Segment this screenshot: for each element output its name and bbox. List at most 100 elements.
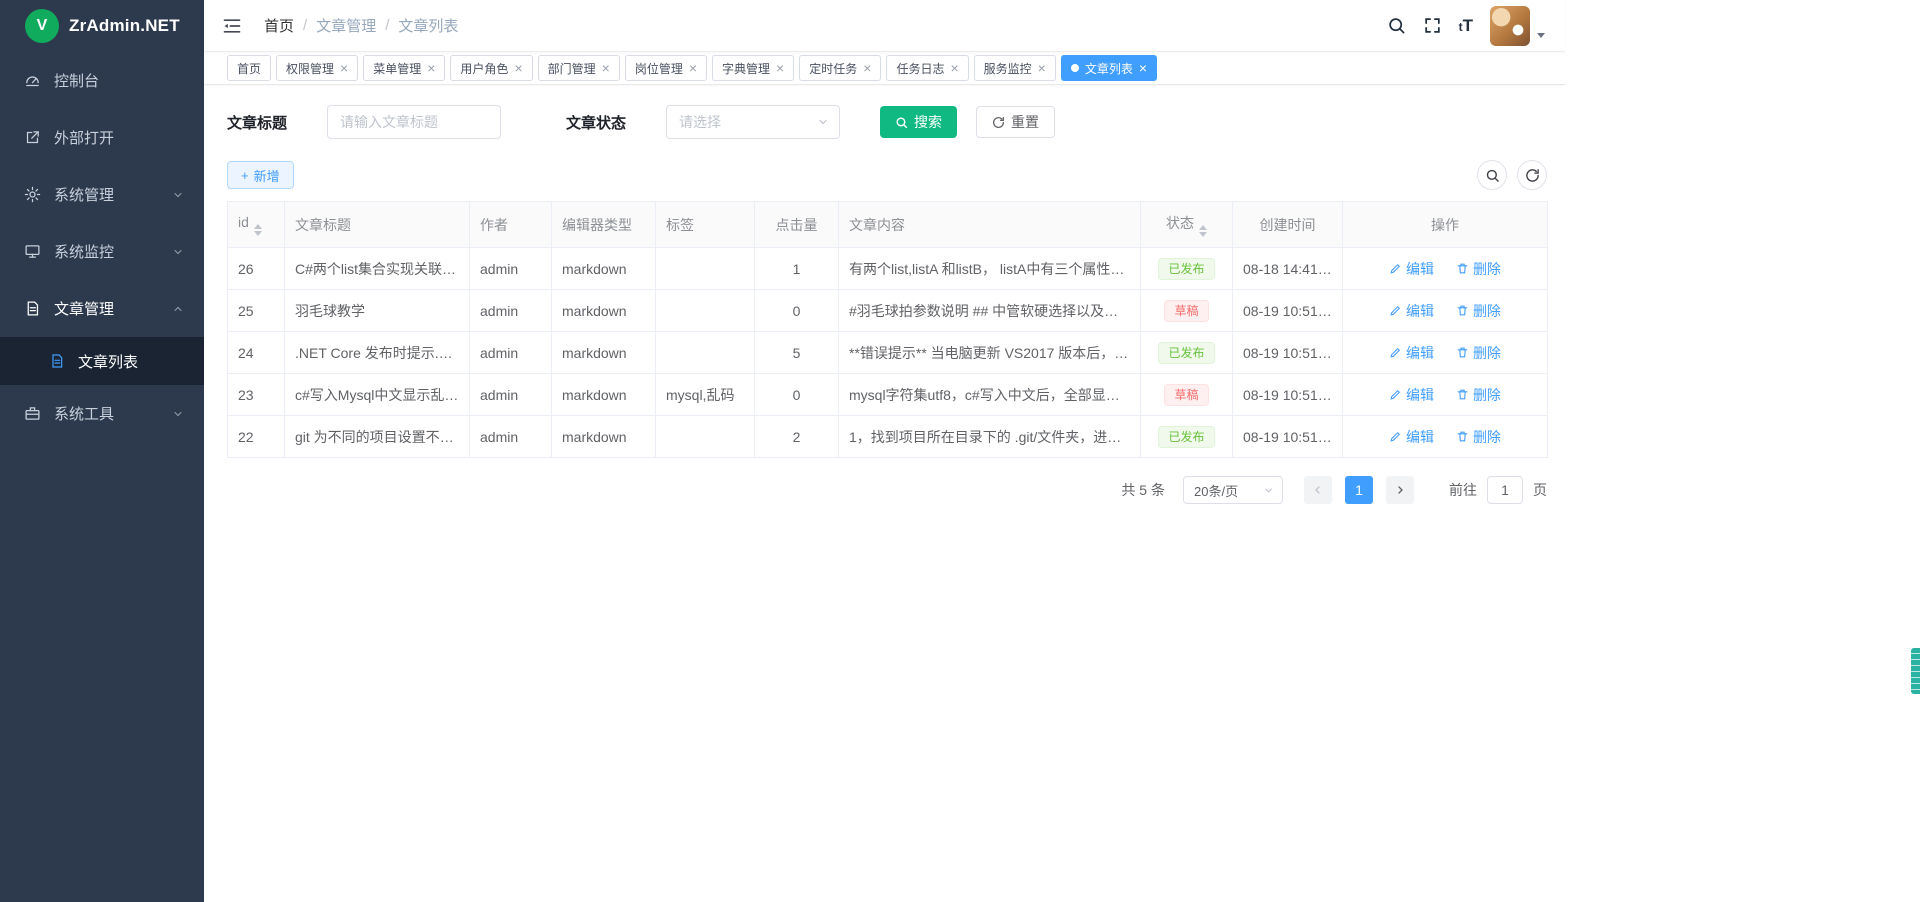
delete-button[interactable]: 删除 [1456,427,1501,447]
sort-icon[interactable] [254,224,262,236]
add-button[interactable]: + 新增 [227,161,294,189]
edit-button[interactable]: 编辑 [1389,427,1434,447]
fullscreen-icon[interactable] [1423,16,1442,35]
reset-button[interactable]: 重置 [976,106,1055,138]
tab-dictionary[interactable]: 字典管理× [712,55,794,81]
column-header-created: 创建时间 [1233,202,1343,248]
close-icon[interactable]: × [1139,61,1147,75]
page-unit-label: 页 [1533,480,1547,500]
cell-id: 26 [228,248,285,290]
cell-author: admin [470,290,552,332]
search-icon [1485,168,1500,183]
cell-author: admin [470,416,552,458]
close-icon[interactable]: × [514,61,522,75]
cell-title: C#两个list集合实现关联，... [285,248,470,290]
close-icon[interactable]: × [427,61,435,75]
column-header-actions: 操作 [1343,202,1548,248]
chevron-down-icon [172,189,184,201]
tab-service-monitor[interactable]: 服务监控× [974,55,1056,81]
sidebar-item-external-open[interactable]: 外部打开 [0,109,204,166]
edit-button[interactable]: 编辑 [1389,343,1434,363]
status-badge: 已发布 [1158,258,1214,280]
avatar[interactable] [1490,6,1530,46]
delete-button[interactable]: 删除 [1456,385,1501,405]
toolbox-icon [24,405,41,422]
app-title: ZrAdmin.NET [69,16,180,36]
cell-status: 已发布 [1141,416,1233,458]
cell-created: 08-19 10:51:27 [1233,332,1343,374]
column-header-id[interactable]: id [228,202,285,248]
tab-permission[interactable]: 权限管理× [276,55,358,81]
sidebar-item-article-list[interactable]: 文章列表 [0,337,204,385]
table-row: 26 C#两个list集合实现关联，... admin markdown 1 有… [228,248,1548,290]
sidebar-item-dashboard[interactable]: 控制台 [0,52,204,109]
cell-title: c#写入Mysql中文显示乱码 ... [285,374,470,416]
column-header-title: 文章标题 [285,202,470,248]
table-row: 24 .NET Core 发布时提示.NET... admin markdown… [228,332,1548,374]
search-icon [895,116,908,129]
prev-page-button[interactable] [1304,476,1332,504]
tab-menu[interactable]: 菜单管理× [363,55,445,81]
scroll-widget[interactable] [1911,648,1920,694]
cell-id: 24 [228,332,285,374]
close-icon[interactable]: × [776,61,784,75]
tab-post[interactable]: 岗位管理× [625,55,707,81]
cell-content: 有两个list,listA 和listB， listA中有三个属性列为St... [839,248,1141,290]
goto-page-input[interactable] [1487,476,1523,504]
sidebar-item-article-management[interactable]: 文章管理 [0,280,204,337]
tab-user-role[interactable]: 用户角色× [450,55,532,81]
tab-home[interactable]: 首页 [227,55,271,81]
sidebar-item-system-management[interactable]: 系统管理 [0,166,204,223]
pagination: 共 5 条 20条/页 1 前往 页 [227,476,1547,504]
column-header-content: 文章内容 [839,202,1141,248]
cell-editor: markdown [552,374,656,416]
toggle-search-button[interactable] [1477,160,1507,190]
edit-button[interactable]: 编辑 [1389,259,1434,279]
cell-content: 1，找到项目所在目录下的 .git/文件夹，进入.git/... [839,416,1141,458]
edit-button[interactable]: 编辑 [1389,301,1434,321]
article-status-select[interactable]: 请选择 [666,105,840,139]
tab-article-list[interactable]: 文章列表× [1061,55,1157,81]
page-size-select[interactable]: 20条/页 [1183,476,1283,504]
table-row: 25 羽毛球教学 admin markdown 0 #羽毛球拍参数说明 ## 中… [228,290,1548,332]
close-icon[interactable]: × [689,61,697,75]
edit-button[interactable]: 编辑 [1389,385,1434,405]
sort-icon[interactable] [1199,225,1207,237]
column-header-status[interactable]: 状态 [1141,202,1233,248]
sidebar-item-system-monitor[interactable]: 系统监控 [0,223,204,280]
delete-button[interactable]: 删除 [1456,301,1501,321]
chevron-down-icon[interactable] [1537,33,1545,38]
articles-table: id 文章标题 作者 编辑器类型 标签 点击量 文章内容 状态 创建时间 操作 [227,201,1548,458]
close-icon[interactable]: × [1038,61,1046,75]
article-title-input[interactable] [327,105,501,139]
refresh-table-button[interactable] [1517,160,1547,190]
article-title-label: 文章标题 [227,112,287,133]
cell-editor: markdown [552,248,656,290]
pencil-icon [1389,388,1402,401]
sidebar-collapse-icon[interactable] [222,16,242,36]
cell-actions: 编辑 删除 [1343,290,1548,332]
tab-task-log[interactable]: 任务日志× [886,55,968,81]
cell-tags: mysql,乱码 [656,374,755,416]
page-number-button[interactable]: 1 [1345,476,1373,504]
font-size-icon[interactable]: tT [1459,16,1473,36]
cell-tags [656,332,755,374]
search-icon[interactable] [1387,16,1406,35]
close-icon[interactable]: × [602,61,610,75]
cell-status: 已发布 [1141,332,1233,374]
delete-button[interactable]: 删除 [1456,343,1501,363]
close-icon[interactable]: × [863,61,871,75]
search-button[interactable]: 搜索 [880,106,957,138]
breadcrumb-home[interactable]: 首页 [264,15,294,36]
sidebar-item-label: 系统监控 [54,241,114,262]
tab-department[interactable]: 部门管理× [538,55,620,81]
close-icon[interactable]: × [340,61,348,75]
next-page-button[interactable] [1386,476,1414,504]
column-header-editor: 编辑器类型 [552,202,656,248]
delete-button[interactable]: 删除 [1456,259,1501,279]
document-icon [24,300,41,317]
close-icon[interactable]: × [950,61,958,75]
sidebar-item-system-tools[interactable]: 系统工具 [0,385,204,442]
chevron-up-icon [172,303,184,315]
tab-scheduled-task[interactable]: 定时任务× [799,55,881,81]
